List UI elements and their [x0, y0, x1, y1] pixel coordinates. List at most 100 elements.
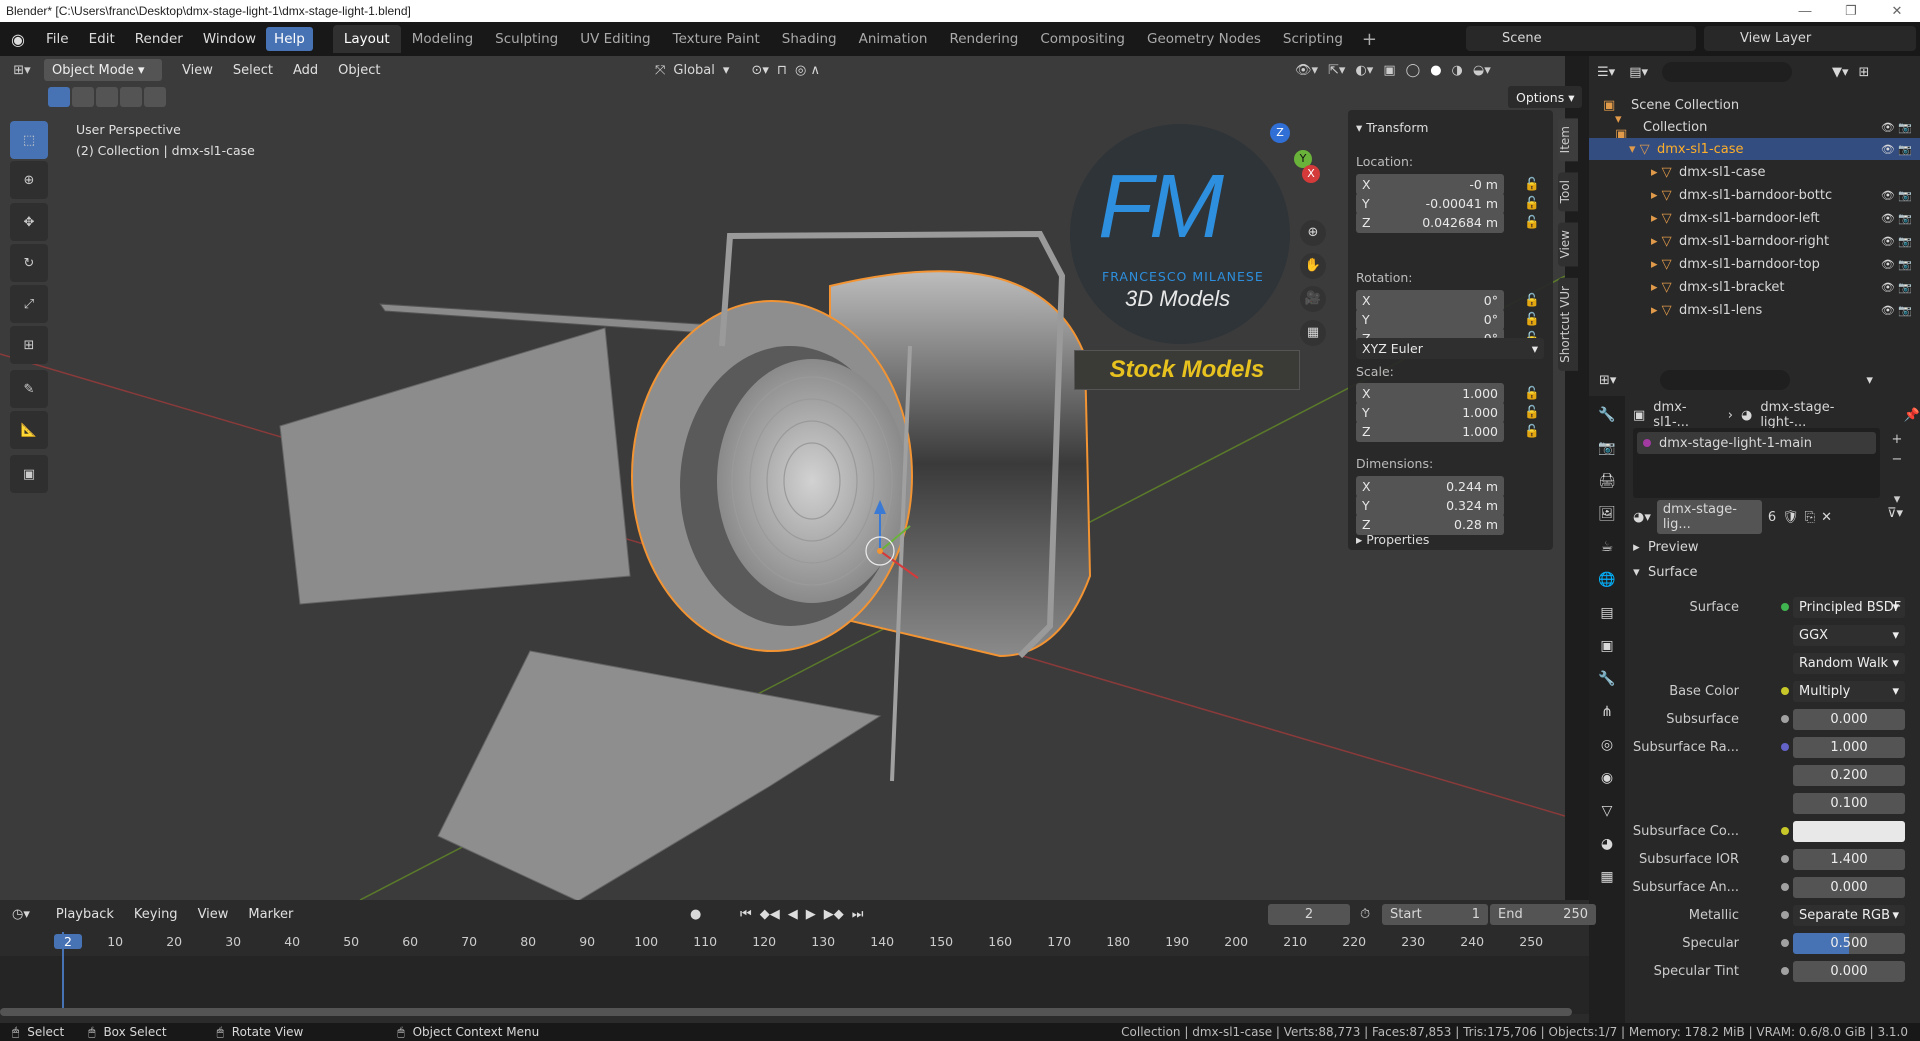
menu-render[interactable]: Render — [125, 22, 193, 56]
jump-end-icon[interactable]: ⏭ — [852, 907, 864, 922]
viewport-menu-view[interactable]: View — [172, 63, 223, 78]
timeline-editor-icon[interactable]: ◷▾ — [12, 907, 30, 922]
viewport-menu-select[interactable]: Select — [223, 63, 283, 78]
socket-icon[interactable] — [1781, 911, 1789, 919]
prop-field[interactable]: Multiply ▾ — [1793, 680, 1905, 702]
visibility-eye-icon[interactable]: 👁 📷 — [1881, 121, 1912, 134]
maximize-button[interactable]: ❐ — [1828, 0, 1874, 22]
move-tool-icon[interactable]: ✥ — [10, 203, 48, 241]
prop-field[interactable]: 0.500 — [1793, 932, 1905, 954]
location-y-field[interactable]: Y -0.00041 m — [1356, 193, 1504, 214]
visibility-eye-icon[interactable]: 👁 📷 — [1881, 212, 1912, 225]
lock-icon[interactable]: 🔓 — [1524, 195, 1540, 211]
properties-tab-icon[interactable]: ◎ — [1598, 736, 1616, 754]
start-frame-field[interactable]: Start 1 — [1382, 903, 1488, 925]
material-slot-item[interactable]: dmx-stage-light-1-main — [1637, 432, 1876, 454]
properties-tab-icon[interactable]: ▣ — [1598, 637, 1616, 655]
rotate-tool-icon[interactable]: ↻ — [10, 244, 48, 282]
outliner-item[interactable]: ▸ ▽ dmx-sl1-barndoor-bottc 👁 📷 — [1589, 184, 1920, 206]
zoom-icon[interactable]: ⊕ — [1300, 220, 1326, 246]
prop-field[interactable]: 1.000 — [1793, 736, 1905, 758]
properties-tab-icon[interactable]: 📷 — [1598, 439, 1616, 457]
tab-item[interactable]: Item — [1558, 118, 1578, 162]
properties-tab-icon[interactable]: 🔧 — [1598, 406, 1616, 424]
rotation-y-field[interactable]: Y 0° — [1356, 309, 1504, 330]
visibility-icon[interactable]: 👁▾ — [1295, 63, 1318, 78]
perspective-toggle-icon[interactable]: ▦ — [1300, 320, 1326, 346]
material-filter-icon[interactable]: ⊽▾ — [1887, 506, 1903, 521]
3d-viewport[interactable]: FM FRANCESCO MILANESE 3D Models Stock Mo… — [0, 56, 1565, 900]
properties-tab-icon[interactable]: ◕ — [1598, 835, 1616, 853]
unlink-material-icon[interactable]: ✕ — [1821, 510, 1832, 525]
timeline-menu-playback[interactable]: Playback — [46, 907, 124, 922]
fake-user-icon[interactable]: 🛡 — [1782, 510, 1799, 525]
outliner-item[interactable]: ▸ ▽ dmx-sl1-barndoor-right 👁 📷 — [1589, 230, 1920, 252]
prev-keyframe-icon[interactable]: ◆◀ — [760, 907, 780, 922]
location-x-field[interactable]: X -0 m — [1356, 174, 1504, 195]
visibility-eye-icon[interactable]: 👁 📷 — [1881, 258, 1912, 271]
material-users-count[interactable]: 6 — [1768, 510, 1776, 525]
blender-logo-icon[interactable]: ◉ — [0, 30, 36, 49]
outliner-item-case[interactable]: ▾ ▽ dmx-sl1-case 👁 📷 — [1589, 138, 1920, 160]
select-intersect-icon[interactable] — [144, 87, 166, 107]
orientation-dropdown[interactable]: Global — [673, 63, 714, 78]
lock-icon[interactable]: 🔓 — [1524, 311, 1540, 327]
properties-tab-icon[interactable]: ◉ — [1598, 769, 1616, 787]
add-workspace-icon[interactable]: + — [1362, 29, 1377, 50]
proportional-edit-icon[interactable]: ◎ ∧ — [795, 63, 820, 78]
outliner-search-input[interactable] — [1662, 62, 1792, 82]
viewport-menu-object[interactable]: Object — [328, 63, 390, 78]
lock-icon[interactable]: 🔓 — [1524, 214, 1540, 230]
next-keyframe-icon[interactable]: ▶◆ — [824, 907, 844, 922]
keyframe-area[interactable] — [0, 932, 1589, 1014]
tab-view[interactable]: View — [1558, 222, 1578, 267]
dimensions-x-field[interactable]: X 0.244 m — [1356, 476, 1504, 497]
socket-icon[interactable] — [1781, 827, 1789, 835]
gizmo-x-axis[interactable]: X — [1302, 165, 1320, 183]
timer-icon[interactable]: ⏱ — [1360, 907, 1370, 922]
material-name-field[interactable]: dmx-stage-lig... — [1656, 500, 1762, 534]
options-dropdown[interactable]: Options ▾ — [1508, 86, 1583, 108]
timeline-scrollbar[interactable] — [0, 1008, 1572, 1016]
material-slot-list[interactable]: dmx-stage-light-1-main — [1633, 428, 1880, 498]
prop-field[interactable]: Random Walk ▾ — [1793, 652, 1905, 674]
surface-panel-header[interactable]: ▾ Surface — [1629, 561, 1914, 583]
socket-icon[interactable] — [1781, 939, 1789, 947]
outliner-item[interactable]: ▸ ▽ dmx-sl1-bracket 👁 📷 — [1589, 276, 1920, 298]
select-new-icon[interactable] — [48, 87, 70, 107]
view-layer-selector[interactable]: View Layer — [1704, 26, 1916, 51]
properties-tab-icon[interactable]: ▤ — [1598, 604, 1616, 622]
properties-options-icon[interactable]: ▾ — [1866, 373, 1873, 388]
visibility-eye-icon[interactable]: 👁 📷 — [1881, 304, 1912, 317]
menu-window[interactable]: Window — [193, 22, 266, 56]
tab-scripting[interactable]: Scripting — [1272, 25, 1354, 53]
lock-icon[interactable]: 🔓 — [1524, 385, 1540, 401]
visibility-eye-icon[interactable]: 👁 📷 — [1881, 235, 1912, 248]
location-z-field[interactable]: Z 0.042684 m — [1356, 212, 1504, 233]
socket-icon[interactable] — [1781, 855, 1789, 863]
lock-icon[interactable]: 🔓 — [1524, 292, 1540, 308]
solid-shading-icon[interactable]: ● — [1430, 63, 1441, 78]
menu-file[interactable]: File — [36, 22, 79, 56]
lock-icon[interactable]: 🔓 — [1524, 423, 1540, 439]
duplicate-material-icon[interactable]: ⎘ — [1805, 510, 1815, 525]
frame-ruler[interactable]: 2 10 20 30 40 50 60 70 80 90 100 110 120 130 140 150 160… — [0, 932, 1589, 954]
gizmo-z-axis[interactable]: Z — [1270, 123, 1290, 143]
prop-field[interactable]: 0.000 — [1793, 876, 1905, 898]
transform-header[interactable]: ▾ Transform — [1356, 116, 1428, 138]
properties-tab-icon[interactable]: 🖨 — [1598, 472, 1616, 490]
socket-icon[interactable] — [1781, 687, 1789, 695]
mode-dropdown[interactable]: Object Mode ▾ — [44, 59, 162, 81]
outliner-item[interactable]: ▸ ▽ dmx-sl1-case — [1589, 161, 1920, 183]
socket-icon[interactable] — [1781, 743, 1789, 751]
play-reverse-icon[interactable]: ◀ — [788, 907, 798, 922]
display-mode-icon[interactable]: ▤▾ — [1629, 65, 1648, 80]
tab-geometry-nodes[interactable]: Geometry Nodes — [1136, 25, 1272, 53]
prop-field[interactable]: 0.100 — [1793, 792, 1905, 814]
properties-editor-icon[interactable]: ⊞▾ — [1599, 373, 1616, 388]
socket-icon[interactable] — [1781, 967, 1789, 975]
properties-tab-icon[interactable]: 🖼 — [1598, 505, 1616, 523]
socket-icon[interactable] — [1781, 883, 1789, 891]
outliner-editor-icon[interactable]: ☰▾ — [1597, 65, 1615, 80]
outliner-item[interactable]: ▸ ▽ dmx-sl1-lens 👁 📷 — [1589, 299, 1920, 321]
